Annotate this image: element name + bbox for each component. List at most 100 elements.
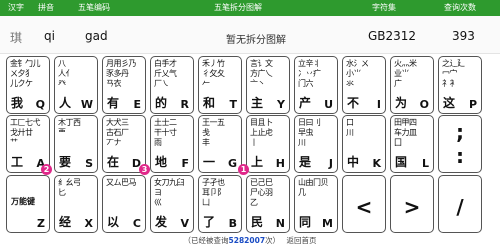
entry-hanzi: 琪 [10,31,23,45]
key-example-char: 和 [203,96,216,110]
key-l[interactable]: 田甲四 车力皿 囗国L [390,115,434,173]
punct-symbol: ; [456,120,464,144]
key-n[interactable]: 已己巳 尸心羽 乙民N [246,175,290,233]
key-w[interactable]: 八 人亻 癶人W [54,56,98,114]
key-r[interactable]: 白手才 斤乂气 厂㇏的 R [150,56,194,114]
key-example-char: 在 [107,155,120,169]
entry-pinyin: qi [44,29,55,43]
key-letter: N [275,217,285,230]
header-pinyin: 拼音 [38,3,54,12]
key-example-char: 中 [347,155,360,169]
key-roots: 目且卜 上止虍 丨 [250,118,273,147]
key-letter: L [421,157,429,170]
key-roots: 子孑也 耳卩阝 凵 [202,178,225,207]
key-example-char: 是 [299,155,312,169]
key-letter: V [180,217,189,230]
key-p2[interactable]: < [342,175,386,233]
key-p3[interactable]: > [390,175,434,233]
order-badge-2: 2 [41,164,52,175]
punct-symbol: / [456,195,464,219]
key-c[interactable]: 又ム巴马 以C [102,175,146,233]
key-q[interactable]: 金钅勹儿 ㄨ夕犭 儿クケ我 Q [6,56,50,114]
key-e[interactable]: 月用彡乃 豕多丹 ㄢ衣有 E [102,56,146,114]
entry-charset: GB2312 [368,29,417,43]
key-example-char: 的 [155,96,168,110]
key-example-char: 地 [155,155,168,169]
key-letter: Z [37,217,45,230]
key-example-char: 发 [155,215,168,229]
key-letter: F [181,157,189,170]
key-s[interactable]: 木丁西 覀要S [54,115,98,173]
key-m[interactable]: 山由冂贝 几 同M [294,175,338,233]
key-letter: P [468,98,477,111]
key-p[interactable]: 之辶廴 冖宀 礻衤这 P [438,56,482,114]
key-example-char: 要 [59,155,72,169]
key-k[interactable]: 口 川 中K [342,115,386,173]
key-example-char: 主 [251,96,264,110]
key-d[interactable]: 大犬三 古石厂 丆ナ在 D [102,115,146,173]
key-roots: 已己巳 尸心羽 乙 [250,178,273,207]
entry-row: 琪 qi gad 暂无拆分图解 GB2312 393 [0,16,500,54]
key-roots: 田甲四 车力皿 囗 [394,118,417,147]
key-o[interactable]: 火灬米 业⺌ 广为O [390,56,434,114]
key-roots: 日曰刂 早虫 川 [298,118,321,147]
key-example-char: 产 [299,96,312,110]
key-example-char: 工 [11,155,24,169]
key-g[interactable]: 王一五 戋 丰一G [198,115,242,173]
key-example-char: 一 [203,155,216,169]
key-roots: 金钅勹儿 ㄨ夕犭 儿クケ [10,59,41,88]
key-roots: 口 川 [346,118,354,137]
key-z[interactable]: 万能键 Z [6,175,50,233]
key-t[interactable]: 禾丿竹 彳攵夂 𠂉 和T [198,56,242,114]
key-i[interactable]: 水氵ㄨ 小⺌ 氺不 I [342,56,386,114]
key-example-char: 不 [347,96,360,110]
key-example-char: 以 [107,215,120,229]
punct-symbol: > [403,195,421,219]
key-v[interactable]: 女刀九臼 ヨ 巛发V [150,175,194,233]
key-example-char: 我 [11,96,24,110]
home-link[interactable]: 返回首页 [286,236,316,245]
key-letter: T [229,98,237,111]
key-f[interactable]: 土士二 干十寸 雨地F [150,115,194,173]
key-roots: 土士二 干十寸 雨 [154,118,177,147]
key-example-char: 人 [59,96,72,110]
key-example-char: 国 [395,155,408,169]
key-u[interactable]: 立辛丬 冫丷疒 门六产 U [294,56,338,114]
key-roots: 月用彡乃 豕多丹 ㄢ衣 [106,59,137,88]
key-example-char: 同 [299,215,312,229]
key-letter: R [180,98,189,111]
header-wubi-code: 五笔编码 [78,3,110,12]
key-letter: X [84,217,93,230]
key-x[interactable]: 纟幺弓 匕 经X [54,175,98,233]
order-badge-1: 1 [238,164,249,175]
key-example-char: 为 [395,96,408,110]
key-h[interactable]: 目且卜 上止虍 丨上H [246,115,290,173]
header-bar: 汉字 拼音 五笔编码 五笔拆分图解 字符集 查询次数 [0,0,500,16]
footer: （已经被查询5282007次） 返回首页 [0,235,500,246]
key-middle-label: 万能键 [11,197,35,206]
key-example-char: 有 [107,96,120,110]
key-p0[interactable]: ;: [438,115,482,173]
key-roots: 大犬三 古石厂 丆ナ [106,118,129,147]
key-p4[interactable]: / [438,175,482,233]
key-roots: 山由冂贝 几 [298,178,329,197]
key-letter: E [133,98,141,111]
key-letter: U [324,98,333,111]
key-j[interactable]: 日曰刂 早虫 川是 J [294,115,338,173]
key-example-char: 民 [251,215,264,229]
key-letter: B [228,217,237,230]
punct-symbol: : [456,144,464,168]
key-roots: 王一五 戋 丰 [202,118,225,147]
footer-prefix: （已经被查询 [183,236,229,245]
key-example-char: 经 [59,215,72,229]
key-b[interactable]: 子孑也 耳卩阝 凵了B [198,175,242,233]
key-y[interactable]: 言讠文 方广乀 亠丶主 Y [246,56,290,114]
key-letter: K [372,157,381,170]
key-letter: O [419,98,429,111]
key-roots: 白手才 斤乂气 厂㇏ [154,59,177,88]
key-roots: 又ム巴马 [106,178,137,187]
key-example-char: 这 [443,96,456,110]
entry-count: 393 [452,29,475,43]
header-lookup-count: 查询次数 [444,3,476,12]
key-letter: S [85,157,93,170]
